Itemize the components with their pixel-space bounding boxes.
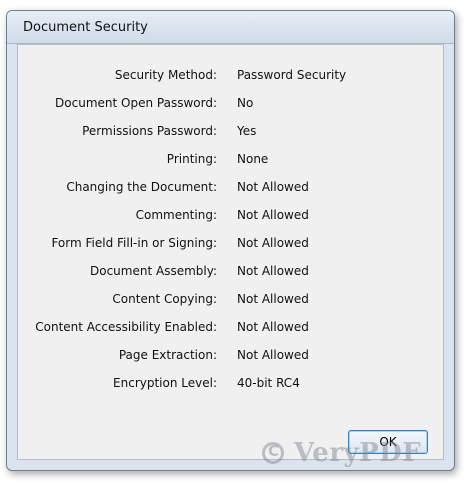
security-row-label: Content Accessibility Enabled: (35, 320, 217, 334)
security-row-label: Content Copying: (112, 292, 217, 306)
security-row-label: Form Field Fill-in or Signing: (51, 236, 217, 250)
dialog-content: Security Method: Password Security Documen… (17, 44, 444, 460)
security-row: Printing: None (18, 149, 443, 169)
security-row: Form Field Fill-in or Signing: Not Allowe… (18, 233, 443, 253)
security-row-value: Not Allowed (237, 236, 309, 250)
security-row-label: Printing: (166, 152, 217, 166)
title-bar[interactable]: Document Security (7, 11, 454, 44)
security-row-label: Security Method: (114, 68, 217, 82)
security-row-label: Document Open Password: (55, 96, 217, 110)
security-row: Page Extraction: Not Allowed (18, 345, 443, 365)
security-row: Content Copying: Not Allowed (18, 289, 443, 309)
security-row: Permissions Password: Yes (18, 121, 443, 141)
security-row-label: Document Assembly: (90, 264, 217, 278)
security-row-label: Changing the Document: (66, 180, 217, 194)
security-row-label: Page Extraction: (118, 348, 217, 362)
security-row-value: Not Allowed (237, 264, 309, 278)
security-row: Document Open Password: No (18, 93, 443, 113)
document-security-dialog: Document Security Security Method: Passwo… (6, 10, 455, 471)
security-row: Content Accessibility Enabled: Not Allowe… (18, 317, 443, 337)
security-row-value: Password Security (237, 68, 347, 82)
security-row-value: 40-bit RC4 (237, 376, 300, 390)
security-row-value: Not Allowed (237, 348, 309, 362)
security-row-value: Not Allowed (237, 292, 309, 306)
dialog-title: Document Security (23, 19, 148, 35)
security-row: Commenting: Not Allowed (18, 205, 443, 225)
security-row-value: No (237, 96, 254, 110)
security-row-value: Not Allowed (237, 208, 309, 222)
security-row-value: None (237, 152, 269, 166)
security-row-value: Yes (237, 124, 257, 138)
security-row: Changing the Document: Not Allowed (18, 177, 443, 197)
security-row-label: Permissions Password: (82, 124, 217, 138)
security-row: Security Method: Password Security (18, 65, 443, 85)
security-row-label: Encryption Level: (113, 376, 217, 390)
security-row-value: Not Allowed (237, 180, 309, 194)
security-row: Document Assembly: Not Allowed (18, 261, 443, 281)
security-row-label: Commenting: (135, 208, 217, 222)
ok-button[interactable]: OK (348, 430, 428, 454)
security-row-value: Not Allowed (237, 320, 309, 334)
security-row: Encryption Level: 40-bit RC4 (18, 373, 443, 393)
